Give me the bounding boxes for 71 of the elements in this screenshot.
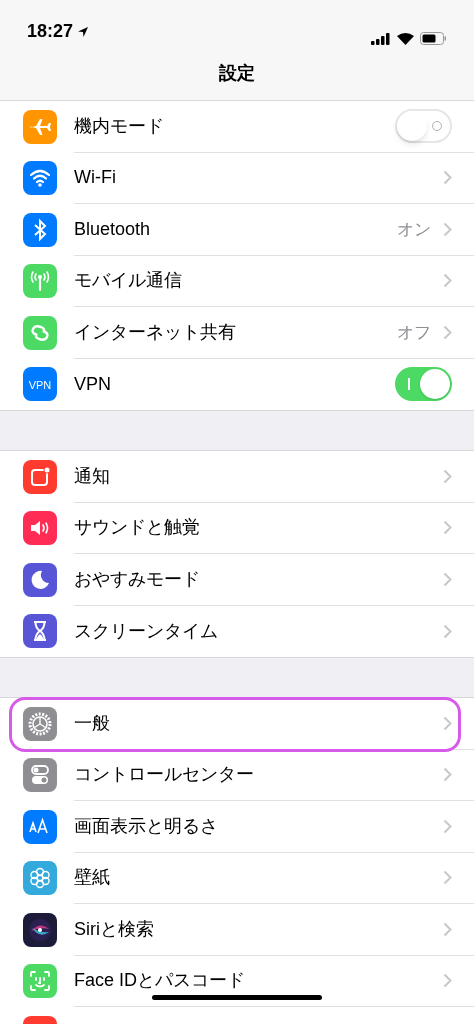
row-label: 機内モード — [74, 114, 165, 138]
hourglass-icon — [23, 614, 57, 649]
wifi-icon — [397, 32, 414, 45]
chevron-icon — [443, 870, 452, 886]
row-label: 一般 — [74, 711, 111, 735]
chevron-icon — [443, 571, 452, 587]
chevron-icon — [443, 170, 452, 186]
settings-row[interactable]: コントロールセンター — [0, 749, 474, 801]
vpn-icon: VPN — [23, 367, 57, 402]
toggle-switch[interactable] — [395, 367, 452, 402]
row-label: Siriと検索 — [74, 917, 155, 941]
row-value: オフ — [397, 321, 431, 344]
row-label: スクリーンタイム — [74, 619, 219, 643]
row-label: Bluetooth — [74, 217, 152, 241]
settings-row[interactable]: 一般 — [0, 698, 474, 750]
row-label: 通知 — [74, 464, 111, 488]
row-label: Wi-Fi — [74, 166, 117, 190]
switches-icon — [23, 758, 57, 793]
text-size-icon — [23, 809, 57, 844]
row-label: モバイル通信 — [74, 269, 183, 293]
row-label: 画面表示と明るさ — [74, 814, 219, 838]
settings-row[interactable]: VPN VPN — [0, 358, 474, 410]
airplane-icon — [23, 109, 57, 144]
signal-icon — [371, 32, 391, 45]
row-value: オン — [397, 218, 431, 241]
face-scan-icon — [23, 964, 57, 999]
bluetooth-icon — [23, 212, 57, 247]
row-label: インターネット共有 — [74, 320, 237, 344]
settings-row[interactable]: モバイル通信 — [0, 255, 474, 307]
location-arrow-icon — [77, 25, 90, 38]
row-label: 壁紙 — [74, 866, 111, 890]
chevron-icon — [443, 715, 452, 731]
chevron-icon — [443, 973, 452, 989]
settings-row[interactable]: Siriと検索 — [0, 904, 474, 956]
settings-row[interactable]: スクリーンタイム — [0, 605, 474, 657]
notification-icon — [23, 459, 57, 494]
chevron-icon — [443, 921, 452, 937]
speaker-icon — [23, 511, 57, 546]
chevron-icon — [443, 520, 452, 536]
antenna-icon — [23, 264, 57, 299]
row-label: Face IDとパスコード — [74, 969, 247, 993]
orb-icon — [23, 912, 57, 947]
chevron-icon — [443, 623, 452, 639]
nav-title: 設定 — [219, 62, 255, 85]
settings-row[interactable]: 画面表示と明るさ — [0, 801, 474, 853]
settings-row[interactable]: 壁紙 — [0, 852, 474, 904]
chevron-icon — [443, 818, 452, 834]
toggle-switch[interactable] — [395, 109, 452, 144]
chevron-icon — [443, 273, 452, 289]
settings-row[interactable]: サウンドと触覚 — [0, 502, 474, 554]
row-label: おやすみモード — [74, 567, 201, 591]
gear-icon — [23, 706, 57, 741]
chevron-icon — [443, 221, 452, 237]
row-label: コントロールセンター — [74, 763, 255, 787]
wifi-icon — [23, 161, 57, 196]
chevron-icon — [443, 767, 452, 783]
row-label: サウンドと触覚 — [74, 516, 201, 540]
settings-row[interactable]: 通知 — [0, 451, 474, 503]
chevron-icon — [443, 324, 452, 340]
status-time: 18:27 — [27, 20, 74, 43]
settings-row[interactable]: インターネット共有 オフ — [0, 307, 474, 359]
settings-row[interactable]: 機内モード — [0, 101, 474, 153]
flower-icon — [23, 861, 57, 896]
moon-icon — [23, 562, 57, 597]
settings-row[interactable]: Wi-Fi — [0, 152, 474, 204]
chevron-icon — [443, 468, 452, 484]
row-label: VPN — [74, 372, 112, 396]
link-icon — [23, 315, 57, 350]
settings-row[interactable]: おやすみモード — [0, 554, 474, 606]
settings-row[interactable]: Bluetooth オン — [0, 204, 474, 256]
battery-icon — [420, 32, 447, 45]
